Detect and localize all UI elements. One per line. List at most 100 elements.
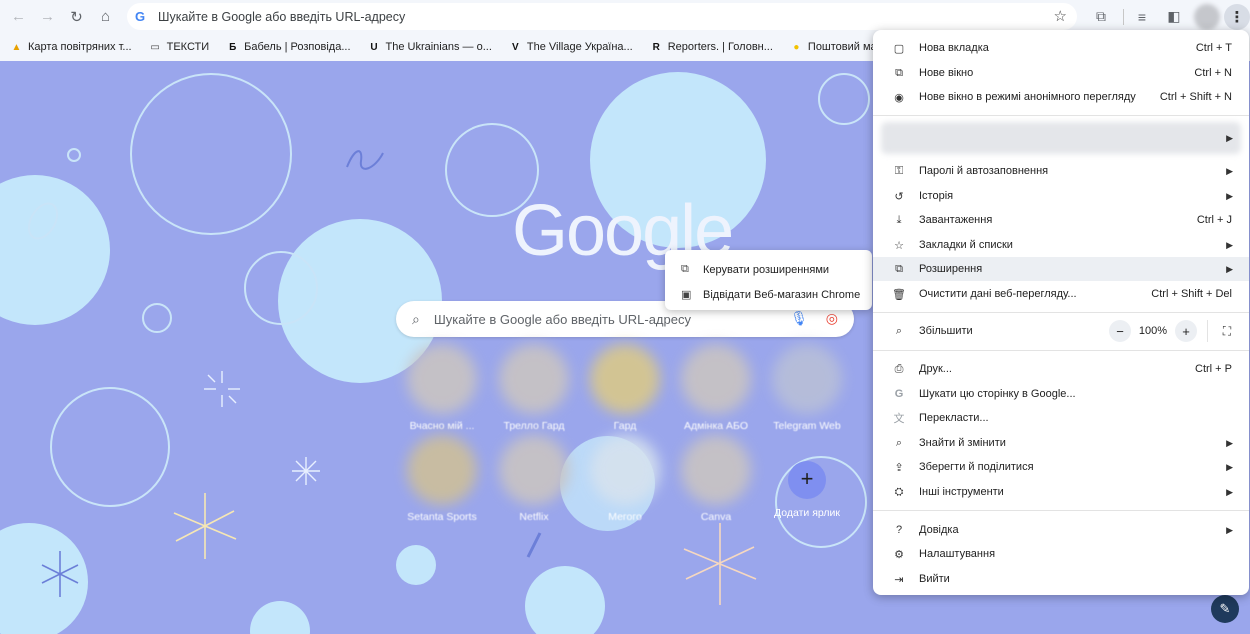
fullscreen-button[interactable]: ⛶ — [1216, 320, 1238, 342]
menu-item-translate[interactable]: 文 Перекласти... — [873, 406, 1249, 430]
new-tab-icon: ▢ — [893, 42, 905, 55]
menu-item-exit[interactable]: ⇥ Вийти — [873, 567, 1249, 591]
plus-icon: + — [800, 466, 814, 491]
home-button[interactable]: ⌂ — [91, 2, 120, 31]
squiggle-decor — [526, 532, 542, 558]
shortcut-label: Трелло Гард — [503, 420, 565, 432]
reload-button[interactable]: ↻ — [62, 2, 91, 31]
shortcut-label: Canva — [700, 511, 732, 523]
menu-item-extensions[interactable]: ⧉ Розширення ▶ — [873, 257, 1249, 281]
shortcut-tile[interactable]: Мегого — [585, 435, 665, 525]
menu-item-history[interactable]: ↺ Історія ▶ — [873, 184, 1249, 208]
media-controls-button[interactable]: ≡ — [1130, 5, 1154, 29]
shortcut-favicon — [407, 435, 477, 505]
menu-item-new-window[interactable]: ⧉ Нове вікно Ctrl + N — [873, 61, 1249, 85]
bookmark-item[interactable]: U The Ukrainians — о... — [368, 41, 492, 54]
extensions-button[interactable]: ⧉ — [1089, 5, 1113, 29]
menu-item-help[interactable]: ? Довідка ▶ — [873, 518, 1249, 542]
shortcut-favicon — [499, 435, 569, 505]
add-shortcut-button[interactable]: + — [788, 461, 826, 499]
chrome-menu-button[interactable]: ⋮ — [1224, 3, 1250, 30]
decor-ring — [130, 73, 292, 235]
address-bar[interactable]: G Шукайте в Google або введіть URL-адрес… — [127, 3, 1077, 30]
bookmark-item[interactable]: ▭ ТЕКСТИ — [149, 41, 209, 54]
sparkle-decor — [204, 371, 240, 407]
shortcut-favicon — [590, 435, 660, 505]
menu-item-shortcut: Ctrl + J — [1196, 214, 1232, 226]
zoom-value: 100% — [1138, 325, 1168, 337]
google-lens-icon[interactable]: ◎ — [826, 310, 838, 327]
new-window-icon: ⧉ — [895, 66, 903, 79]
menu-item-label: Перекласти... — [919, 412, 989, 424]
zoom-out-button[interactable]: − — [1109, 320, 1131, 342]
shortcut-favicon — [772, 344, 842, 414]
shortcut-label: Setanta Sports — [407, 511, 477, 523]
bookmark-star-icon[interactable]: ☆ — [1054, 7, 1067, 25]
menu-item-label: Нове вікно — [919, 67, 974, 79]
manage-extensions-item[interactable]: ⧉ Керувати розширеннями — [665, 257, 872, 282]
menu-item-label: Вийти — [919, 573, 950, 585]
shortcut-tile[interactable]: Setanta Sports — [402, 435, 482, 525]
profile-row[interactable] — [881, 122, 1241, 154]
menu-item-save-share[interactable]: ⇪ Зберегти й поділитися ▶ — [873, 455, 1249, 479]
menu-item-label: Зберегти й поділитися — [919, 461, 1034, 473]
decor-bubble — [250, 601, 310, 634]
shortcut-label: Мегого — [608, 511, 642, 523]
visit-webstore-item[interactable]: ▣ Відвідати Веб-магазин Chrome — [665, 282, 872, 307]
shortcut-tile[interactable]: Гард — [585, 344, 665, 434]
menu-item-more-tools[interactable]: ⛭ Інші інструменти ▶ — [873, 480, 1249, 504]
menu-item-incognito[interactable]: ◉ Нове вікно в режимі анонімного перегля… — [873, 85, 1249, 109]
bookmark-item[interactable]: ▲ Карта повітряних т... — [10, 41, 132, 54]
toolbox-icon: ⛭ — [894, 485, 904, 498]
shortcut-tile[interactable]: Адмінка АБО — [676, 344, 756, 434]
menu-item-label: Знайти й змінити — [919, 437, 1006, 449]
menu-divider — [873, 115, 1249, 116]
menu-item-find[interactable]: ⌕ Знайти й змінити ▶ — [873, 431, 1249, 455]
submenu-item-label: Відвідати Веб-магазин Chrome — [703, 288, 861, 301]
menu-item-new-tab[interactable]: ▢ Нова вкладка Ctrl + T — [873, 36, 1249, 60]
back-arrow-icon: ← — [11, 8, 26, 25]
decor-ring — [142, 303, 172, 333]
menu-item-clear-data[interactable]: 🗑 Очистити дані веб-перегляду... Ctrl + … — [873, 282, 1249, 306]
chevron-right-icon: ▶ — [1226, 133, 1233, 143]
reload-icon: ↻ — [70, 8, 83, 26]
shortcut-tile[interactable]: Netflix — [494, 435, 574, 525]
profile-avatar[interactable] — [1194, 3, 1220, 30]
add-shortcut-tile[interactable]: + Додати ярлик — [767, 451, 847, 541]
bookmark-item[interactable]: R Reporters. | Головн... — [650, 41, 773, 54]
chevron-right-icon: ▶ — [1226, 190, 1233, 201]
share-icon: ⇪ — [894, 461, 904, 474]
shortcut-tile[interactable]: Canva — [676, 435, 756, 525]
shortcut-tile[interactable]: Трелло Гард — [494, 344, 574, 434]
puzzle-icon: ⧉ — [1096, 8, 1106, 24]
shortcut-tile[interactable]: Вчасно мій ... — [402, 344, 482, 434]
chevron-right-icon: ▶ — [1226, 486, 1233, 497]
menu-item-label: Інші інструменти — [919, 486, 1004, 498]
bookmark-label: Reporters. | Головн... — [667, 41, 773, 53]
decor-ring — [50, 387, 170, 507]
menu-item-print[interactable]: ⎙ Друк... Ctrl + P — [873, 357, 1249, 381]
microphone-icon[interactable]: 🎙 — [790, 310, 808, 327]
ntp-search-placeholder: Шукайте в Google або введіть URL-адресу — [433, 311, 691, 327]
side-panel-button[interactable]: ◧ — [1162, 5, 1186, 29]
google-g-icon: G — [135, 8, 146, 24]
menu-item-search-page[interactable]: G Шукати цю сторінку в Google... — [873, 382, 1249, 406]
menu-divider — [873, 350, 1249, 351]
fullscreen-icon: ⛶ — [1222, 323, 1232, 338]
zoom-in-button[interactable]: + — [1175, 320, 1197, 342]
bookmark-favicon-icon: V — [512, 41, 519, 53]
customize-button[interactable]: ✎ — [1211, 595, 1239, 623]
menu-item-label: Збільшити — [919, 325, 973, 337]
menu-item-downloads[interactable]: ⤓ Завантаження Ctrl + J — [873, 208, 1249, 232]
back-button[interactable]: ← — [4, 2, 33, 31]
submenu-item-label: Керувати розширеннями — [703, 263, 830, 276]
shortcut-label: Адмінка АБО — [683, 420, 748, 432]
bookmark-item[interactable]: V The Village Україна... — [509, 41, 633, 54]
menu-item-passwords[interactable]: ⚿ Паролі й автозаповнення ▶ — [873, 159, 1249, 183]
menu-item-bookmarks[interactable]: ☆ Закладки й списки ▶ — [873, 233, 1249, 257]
sparkle-decor — [292, 457, 320, 485]
menu-item-settings[interactable]: ⚙ Налаштування — [873, 542, 1249, 566]
forward-button[interactable]: → — [33, 2, 62, 31]
bookmark-item[interactable]: Б Бабель | Розповіда... — [226, 41, 350, 54]
shortcut-tile[interactable]: Telegram Web — [767, 344, 847, 434]
